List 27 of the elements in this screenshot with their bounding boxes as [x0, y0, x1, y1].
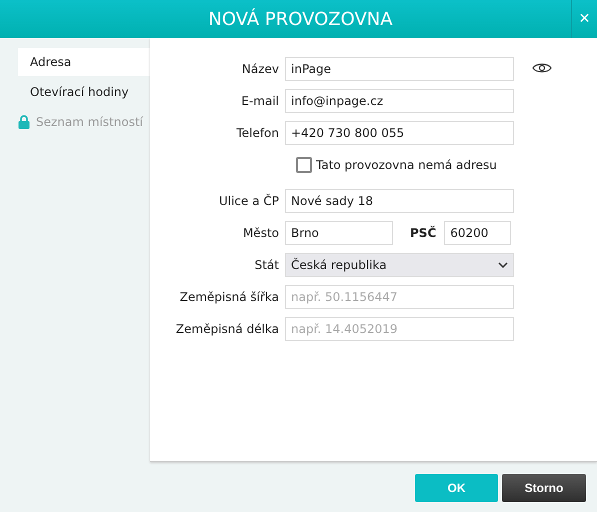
sidebar-tab[interactable]: Adresa	[18, 48, 150, 76]
input-field[interactable]: Nové sady 18	[285, 189, 514, 213]
field-label: Zeměpisná délka	[174, 322, 280, 336]
chevron-icon	[498, 262, 508, 268]
field-label: E-mail	[240, 94, 280, 108]
lock-icon	[18, 115, 30, 129]
cancel-button[interactable]: Storno	[502, 474, 586, 502]
input-field[interactable]: Brno	[285, 221, 393, 245]
field-label: Zeměpisná šířka	[178, 290, 280, 304]
input-field[interactable]: inPage	[285, 57, 514, 81]
field-label: Název	[240, 62, 280, 76]
checkbox[interactable]	[296, 157, 312, 173]
field-label: Stát	[254, 258, 280, 272]
field-label: PSČ	[410, 226, 436, 240]
sidebar-tab[interactable]: Otevírací hodiny	[18, 78, 150, 106]
checkbox-label: Tato provozovna nemá adresu	[316, 158, 497, 172]
field-label: Ulice a ČP	[218, 194, 280, 208]
window-title: NOVÁ PROVOZOVNA	[207, 8, 394, 30]
input-field[interactable]: např. 14.4052019	[285, 317, 514, 341]
select-field[interactable]: Česká republika	[285, 253, 514, 277]
input-field[interactable]: info@inpage.cz	[285, 89, 514, 113]
input-field[interactable]: 60200	[444, 221, 512, 245]
field-label: Město	[242, 226, 280, 240]
eye-icon[interactable]	[532, 62, 552, 74]
input-field[interactable]: např. 50.1156447	[285, 285, 514, 309]
input-field[interactable]: +420 730 800 055	[285, 121, 514, 145]
field-label: Telefon	[235, 126, 280, 140]
